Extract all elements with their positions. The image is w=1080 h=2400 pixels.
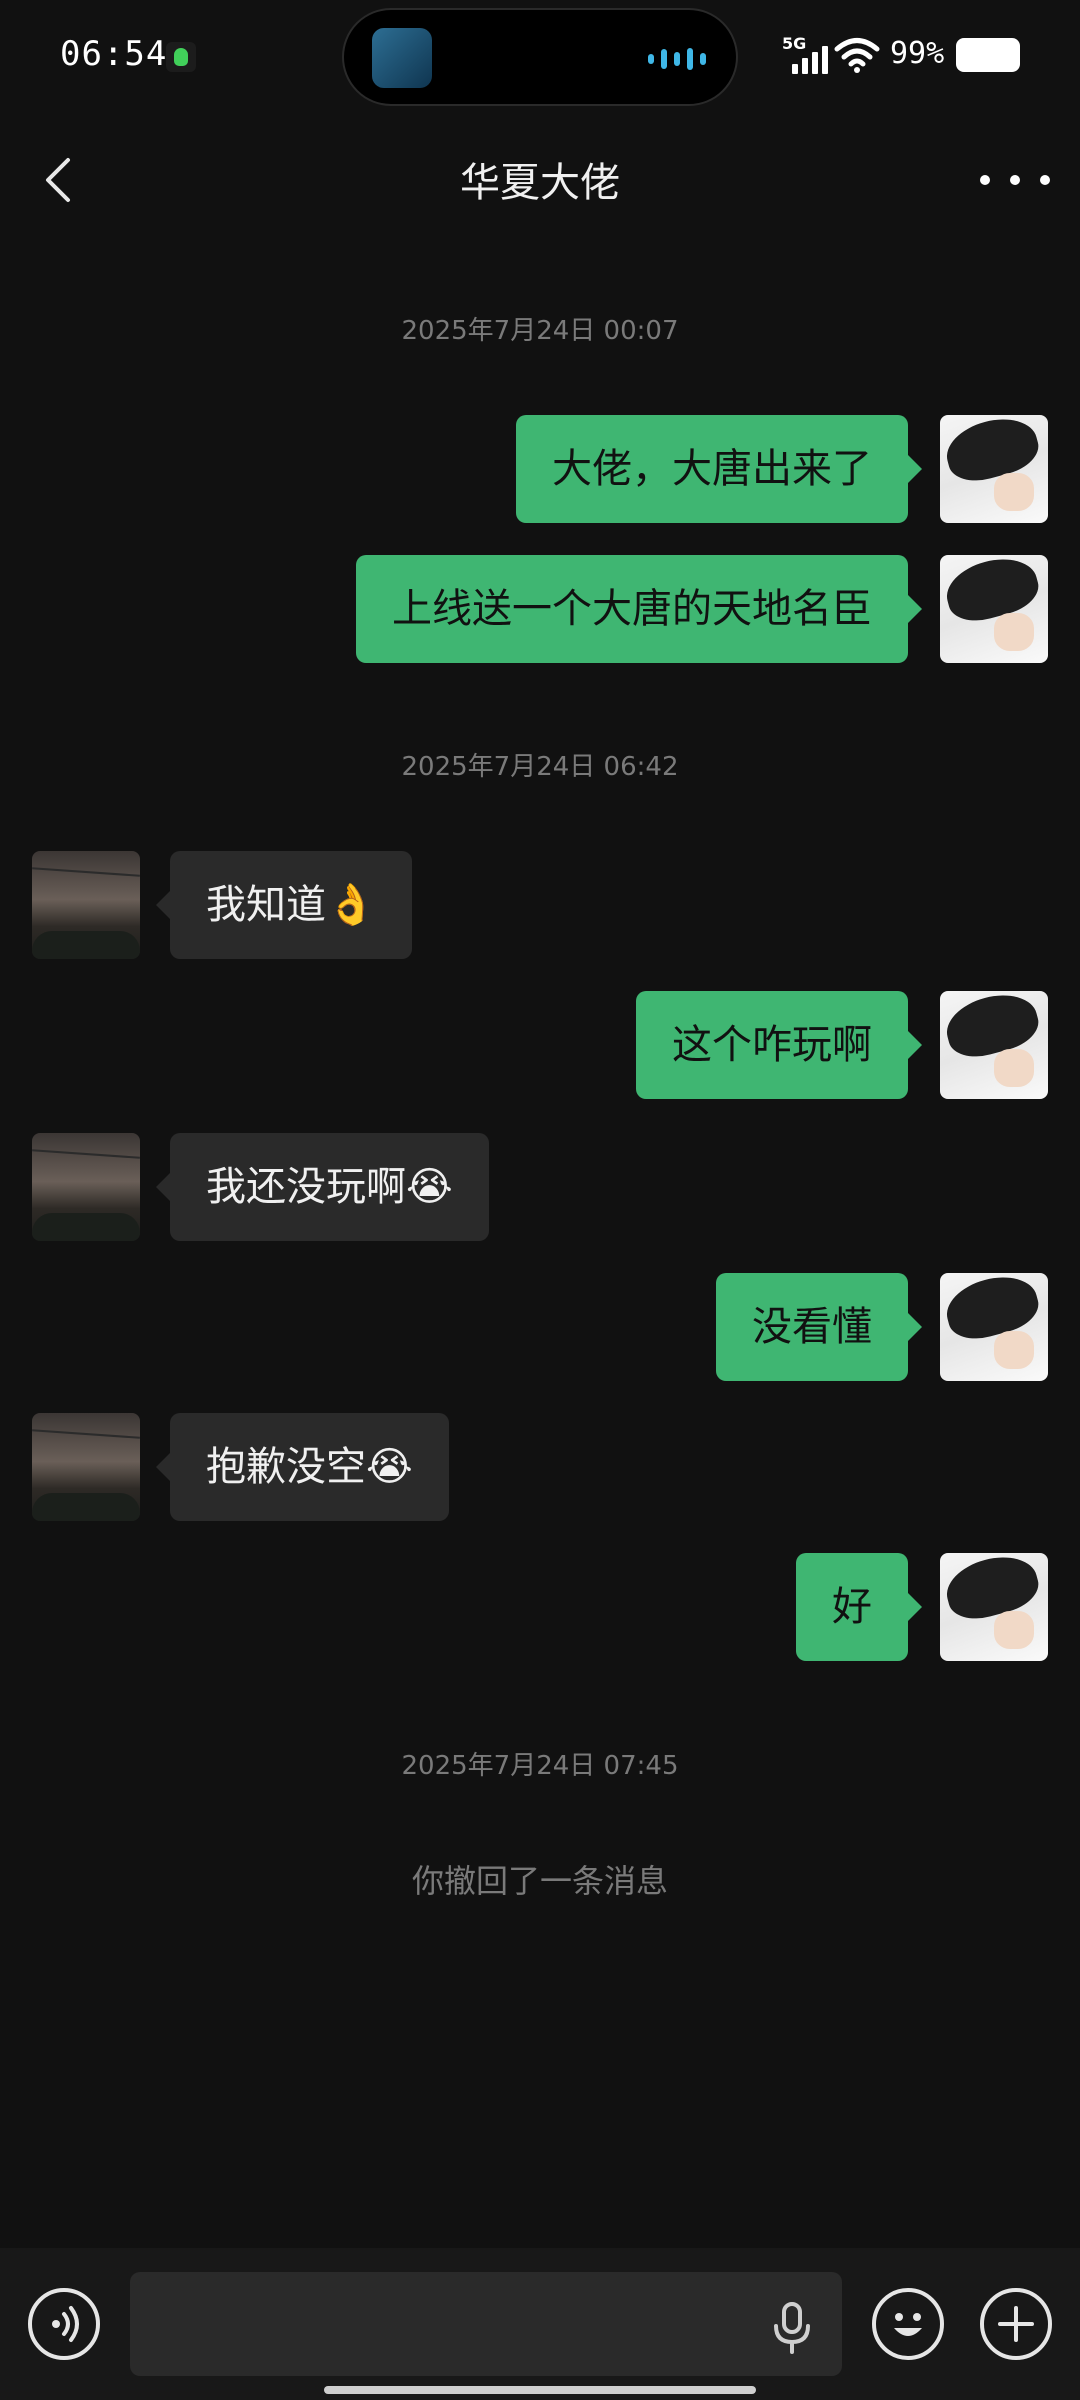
message-timestamp: 2025年7月24日 00:07 (401, 316, 679, 346)
message-row-outgoing: 好 (0, 1553, 1080, 1661)
app-notification-icon (166, 42, 196, 72)
message-row-incoming: 我知道👌 (0, 851, 1080, 959)
message-row-incoming: 抱歉没空😭 (0, 1413, 1080, 1521)
contact-avatar[interactable] (32, 851, 140, 959)
message-row-outgoing: 上线送一个大唐的天地名臣 (0, 555, 1080, 663)
my-avatar[interactable] (940, 555, 1048, 663)
message-bubble[interactable]: 大佬，大唐出来了 (516, 415, 922, 523)
voice-mode-icon[interactable] (28, 2288, 100, 2360)
dynamic-island[interactable] (342, 8, 738, 106)
message-row-outgoing: 大佬，大唐出来了 (0, 415, 1080, 523)
status-bar: 06:54 5G 99% (0, 0, 1080, 120)
chat-title: 华夏大佬 (460, 160, 620, 206)
message-bubble[interactable]: 我还没玩啊😭 (156, 1133, 489, 1241)
more-icon[interactable] (980, 150, 1050, 210)
battery-percent: 99% (890, 36, 945, 71)
message-bubble[interactable]: 上线送一个大唐的天地名臣 (356, 555, 922, 663)
message-row-outgoing: 没看懂 (0, 1273, 1080, 1381)
signal-icon: 5G (782, 34, 828, 74)
recall-notice: 你撤回了一条消息 (411, 1862, 668, 1900)
home-indicator[interactable] (324, 2386, 756, 2394)
my-avatar[interactable] (940, 991, 1048, 1099)
message-input[interactable] (130, 2272, 842, 2376)
media-thumbnail (372, 28, 432, 88)
plus-icon[interactable] (980, 2288, 1052, 2360)
contact-avatar[interactable] (32, 1413, 140, 1521)
my-avatar[interactable] (940, 1553, 1048, 1661)
input-bar (0, 2248, 1080, 2400)
contact-avatar[interactable] (32, 1133, 140, 1241)
emoji-icon[interactable] (872, 2288, 944, 2360)
my-avatar[interactable] (940, 1273, 1048, 1381)
mic-icon[interactable] (770, 2302, 814, 2354)
message-row-outgoing: 这个咋玩啊 (0, 991, 1080, 1099)
wifi-icon (834, 38, 880, 73)
status-time: 06:54 (60, 34, 168, 74)
message-timestamp: 2025年7月24日 06:42 (401, 752, 679, 782)
message-bubble[interactable]: 我知道👌 (156, 851, 412, 959)
message-bubble[interactable]: 抱歉没空😭 (156, 1413, 449, 1521)
audio-wave-icon (648, 46, 708, 72)
message-bubble[interactable]: 这个咋玩啊 (636, 991, 922, 1099)
my-avatar[interactable] (940, 415, 1048, 523)
message-row-incoming: 我还没玩啊😭 (0, 1133, 1080, 1241)
message-bubble[interactable]: 没看懂 (716, 1273, 922, 1381)
message-timestamp: 2025年7月24日 07:45 (401, 1751, 679, 1781)
battery-icon (956, 38, 1020, 72)
chat-header: 华夏大佬 (0, 120, 1080, 240)
message-list[interactable]: 2025年7月24日 00:07 大佬，大唐出来了 上线送一个大唐的天地名臣 2… (0, 240, 1080, 2230)
message-bubble[interactable]: 好 (796, 1553, 922, 1661)
